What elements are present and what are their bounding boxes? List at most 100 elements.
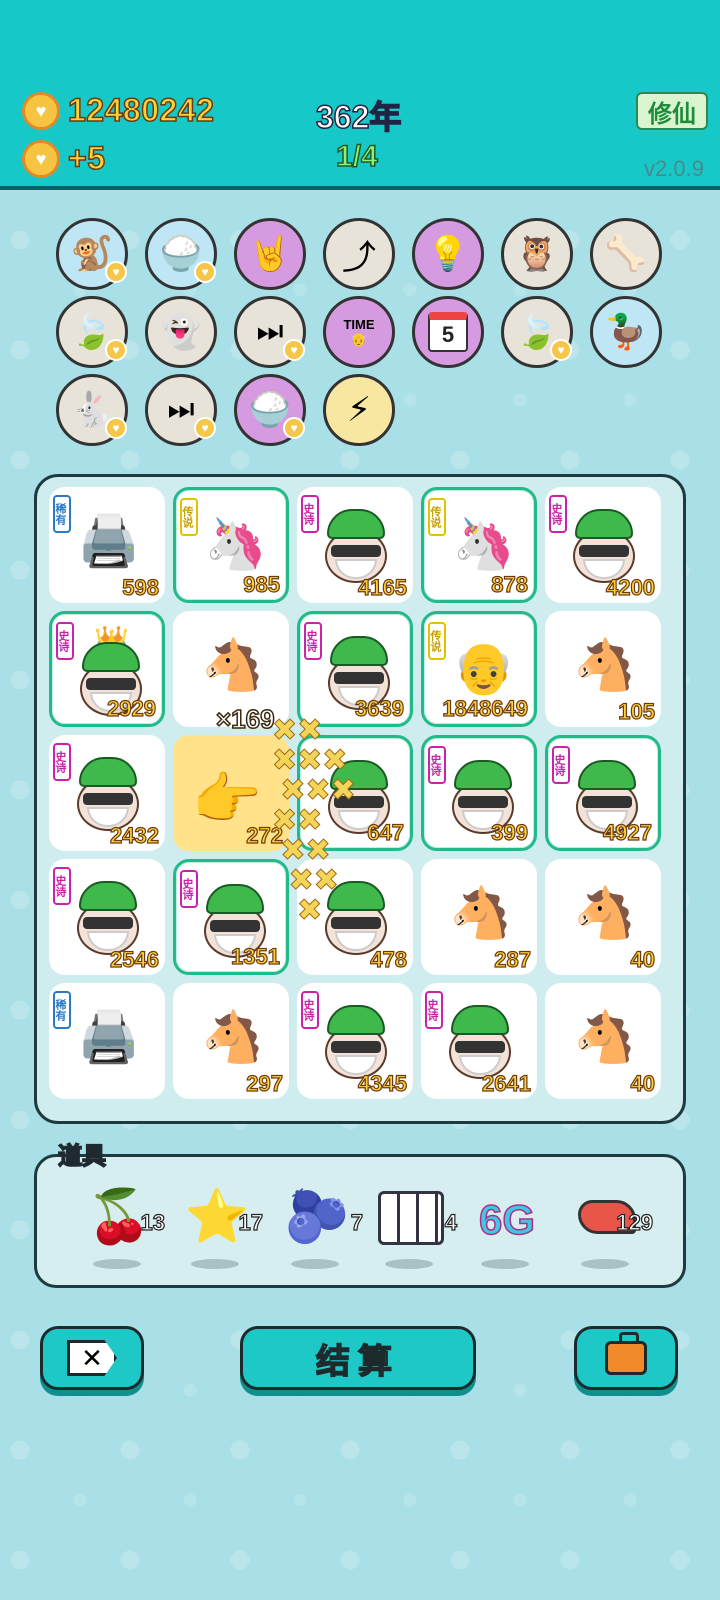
unit-count: 2546 (109, 946, 159, 972)
exit-button[interactable]: ✕ (40, 1326, 144, 1390)
unit-count: 1351 (230, 943, 280, 969)
grid-cell[interactable]: 🐴 287 (421, 859, 537, 975)
unit-count: 598 (122, 574, 160, 600)
unit-count: 399 (491, 819, 529, 845)
duck-pot-icon[interactable]: 🦆 (590, 296, 662, 368)
battery-item[interactable]: 4 (371, 1185, 458, 1269)
item-quantity: 13 (140, 1209, 166, 1235)
cultivate-button[interactable]: 修仙 (636, 92, 708, 130)
ghost-icon[interactable]: 👻 (145, 296, 217, 368)
rarity-tag: 史诗 (56, 622, 74, 660)
rarity-tag: 史诗 (549, 495, 567, 533)
monkey-icon[interactable]: 🐒 ♥ (56, 218, 128, 290)
grid-cell[interactable]: 稀有 🖨️ (49, 983, 165, 1099)
rarity-tag: 稀有 (53, 495, 71, 533)
close-icon: ✕ (67, 1340, 117, 1376)
grid-cell[interactable]: 史诗 4927 (545, 735, 661, 851)
rock-hand-icon[interactable]: 🤘 (234, 218, 306, 290)
grid-cell[interactable]: 传说 🦄 985 (173, 487, 289, 603)
year-counter: 362年 (315, 98, 402, 136)
calendar-icon[interactable]: 5 (412, 296, 484, 368)
green-hair-character-icon (73, 881, 143, 957)
time-magazine-icon[interactable]: TIME 👴 (323, 296, 395, 368)
rice-bowl-icon[interactable]: 🍚 ♥ (234, 374, 306, 446)
calendar-day: 5 (428, 312, 468, 352)
heart-badge-icon: ♥ (550, 339, 572, 361)
skip-icon[interactable]: ⏭ ♥ (145, 374, 217, 446)
heart-badge-icon: ♥ (283, 417, 305, 439)
lychee-item[interactable]: 🍒 13 (79, 1185, 166, 1269)
star-item[interactable]: ⭐ 17 (177, 1185, 264, 1269)
unit-count: 2929 (106, 695, 156, 721)
green-hair-character-icon (445, 1005, 515, 1081)
green-hair-character-icon (569, 509, 639, 585)
rice-bowl-icon[interactable]: 🍚 ♥ (145, 218, 217, 290)
rarity-tag: 稀有 (53, 991, 71, 1029)
unit-count: 287 (494, 946, 532, 972)
grid-cell[interactable]: 史诗 399 (421, 735, 537, 851)
grid-cell[interactable]: 🐴 40 (545, 859, 661, 975)
unit-count: 4200 (605, 574, 655, 600)
unicorn-icon: 🦄 (452, 516, 516, 572)
heart-badge-icon: ♥ (105, 339, 127, 361)
rarity-tag: 史诗 (301, 495, 319, 533)
briefcase-icon (605, 1332, 647, 1375)
up-arrow-icon[interactable]: ⤴ (323, 218, 395, 290)
grid-cell[interactable]: 史诗 4165 (297, 487, 413, 603)
rarity-tag: 传说 (180, 498, 198, 536)
grid-cell[interactable]: 传说 👴 1848649 (421, 611, 537, 727)
grid-cell[interactable]: 🐴 297 (173, 983, 289, 1099)
rabbit-icon[interactable]: 🐇 ♥ (56, 374, 128, 446)
unit-count: 4345 (357, 1070, 407, 1096)
version-label: v2.0.9 (644, 156, 704, 181)
grid-cell[interactable]: 史诗 👑 2929 (49, 611, 165, 727)
bag-button[interactable] (574, 1326, 678, 1390)
coin-balance: 12480242 (67, 91, 215, 129)
horse-icon: 🐴 (201, 637, 265, 693)
green-hair-character-icon (321, 509, 391, 585)
unicorn-icon: 🦄 (204, 516, 268, 572)
grid-cell[interactable]: 史诗 2432 (49, 735, 165, 851)
heart-badge-icon: ♥ (105, 261, 127, 283)
horse-icon: 🐴 (573, 1009, 637, 1065)
grid-cell[interactable]: 🐴 105 (545, 611, 661, 727)
lightning-icon[interactable]: ⚡ (323, 374, 395, 446)
settle-button[interactable]: 结算 (240, 1326, 476, 1390)
grid-cell[interactable]: 稀有 🖨️ 598 (49, 487, 165, 603)
6g-item[interactable]: 6G (467, 1185, 547, 1269)
horse-icon: 🐴 (573, 637, 637, 693)
bald-old-man-icon: 👴 (452, 640, 516, 696)
battery-icon (378, 1191, 444, 1245)
blueberry-item[interactable]: 🫐 7 (277, 1185, 364, 1269)
liver-item[interactable]: 129 (567, 1185, 654, 1269)
unit-count: 1848649 (442, 695, 529, 721)
unit-count: 4165 (357, 574, 407, 600)
unit-count: 2641 (481, 1070, 531, 1096)
grid-cell[interactable]: 传说 🦄 878 (421, 487, 537, 603)
owl-coin-icon[interactable]: 🦉 (501, 218, 573, 290)
items-title: 道具 (57, 1142, 107, 1171)
grid-cell[interactable]: 史诗 4200 (545, 487, 661, 603)
green-hair-character-icon (321, 1005, 391, 1081)
buff-icons-area: 🐒 ♥ 🍚 ♥ 🤘 ⤴ 💡 🦉 🦴 🍃 ♥ 👻 ⏭ ♥ TIME 👴 5 🍃 ♥ 🦆 🐇 ♥ … (0, 210, 720, 460)
grid-cell[interactable]: 🐴 40 (545, 983, 661, 1099)
unit-count: 878 (491, 571, 529, 597)
unit-count: 297 (246, 1070, 284, 1096)
magazine-title: TIME (343, 316, 375, 332)
pointing-hand-icon: 👉 (192, 767, 262, 830)
item-quantity: 4 (444, 1209, 457, 1235)
grid-cell[interactable]: 史诗 3639 (297, 611, 413, 727)
green-hair-character-icon (73, 757, 143, 833)
grid-cell[interactable]: 史诗 2641 (421, 983, 537, 1099)
skip-icon[interactable]: ⏭ ♥ (234, 296, 306, 368)
lightbulb-icon[interactable]: 💡 (412, 218, 484, 290)
pet-bowl-icon[interactable]: 🦴 (590, 218, 662, 290)
rarity-tag: 史诗 (301, 991, 319, 1029)
leaf-icon[interactable]: 🍃 ♥ (501, 296, 573, 368)
rarity-tag: 史诗 (304, 622, 322, 660)
grid-cell[interactable]: 史诗 4345 (297, 983, 413, 1099)
leaf-icon[interactable]: 🍃 ♥ (56, 296, 128, 368)
rarity-tag: 传说 (428, 498, 446, 536)
item-quantity: 7 (350, 1209, 363, 1235)
grid-cell[interactable]: 史诗 2546 (49, 859, 165, 975)
